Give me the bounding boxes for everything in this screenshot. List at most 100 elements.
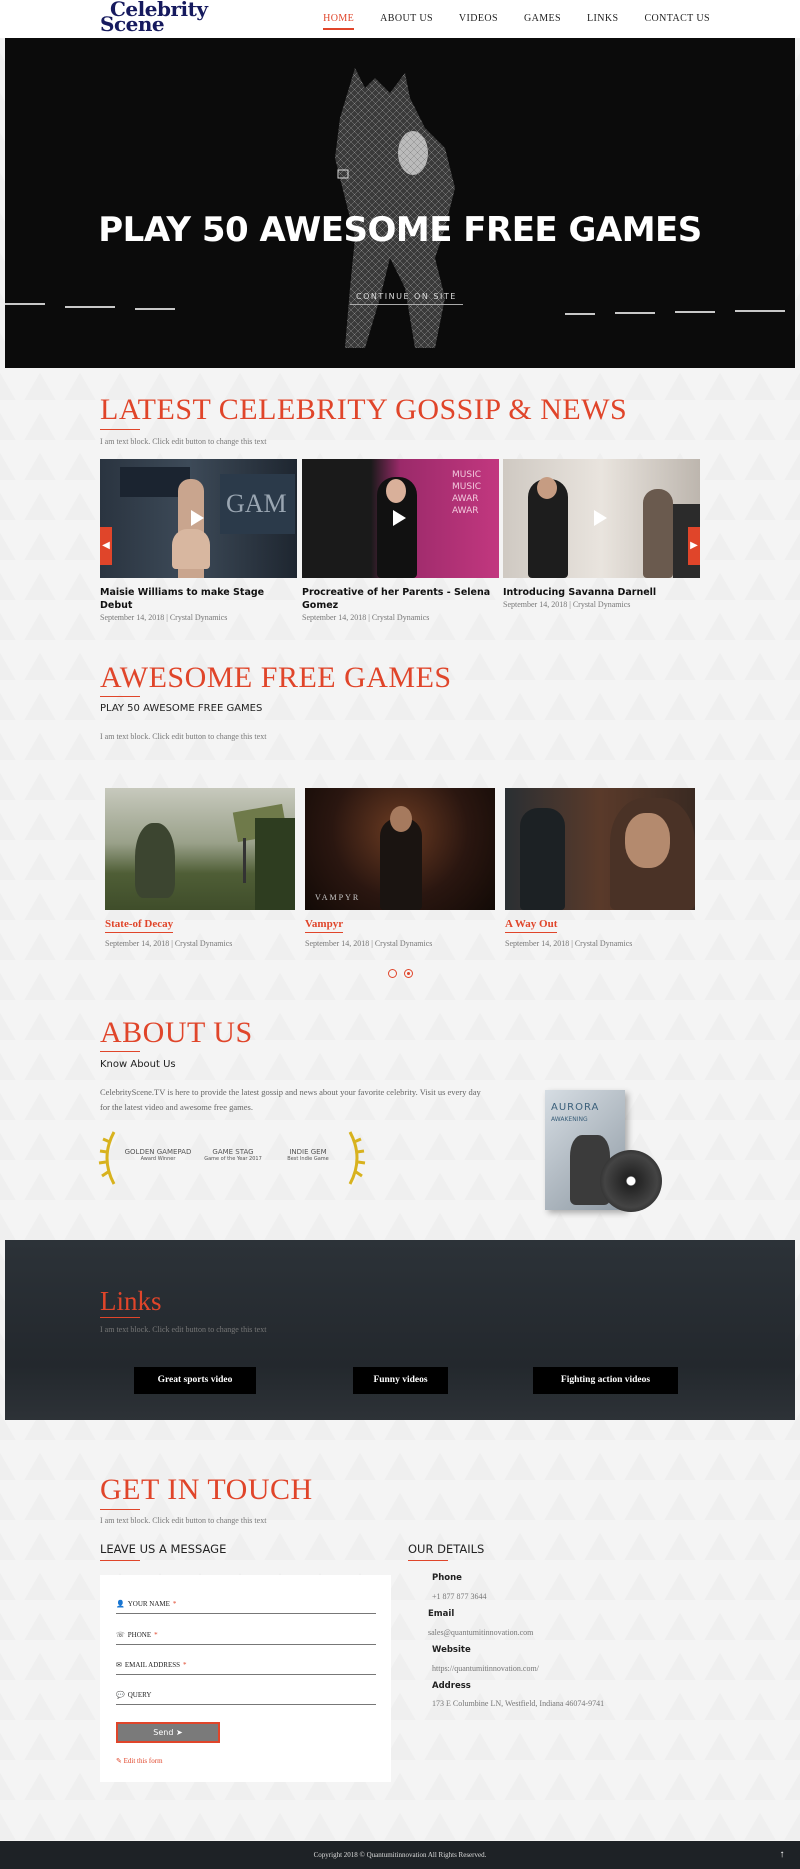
main-nav: HOME ABOUT US VIDEOS GAMES LINKS CONTACT… xyxy=(323,13,710,30)
aurora-disc xyxy=(600,1150,662,1212)
games-subtitle: PLAY 50 AWESOME FREE GAMES xyxy=(100,703,263,714)
arrow-up-icon[interactable]: ↑ xyxy=(774,1847,790,1863)
contact-form: 👤 YOUR NAME * ☏ PHONE * ✉ EMAIL ADDRESS … xyxy=(100,1575,391,1782)
phone-value[interactable]: +1 877 877 3644 xyxy=(432,1592,487,1601)
continue-on-site-button[interactable]: CONTINUE ON SITE xyxy=(350,289,463,305)
name-field[interactable]: 👤 YOUR NAME * xyxy=(116,1598,376,1614)
query-field-label: 💬 QUERY xyxy=(116,1691,151,1699)
laurel-left-icon xyxy=(98,1131,116,1185)
great-sports-video-button[interactable]: Great sports video xyxy=(134,1367,256,1394)
gossip-card[interactable]: MUSIC MUSIC AWAR AWAR Procreative of her Pa… xyxy=(302,459,499,622)
email-value[interactable]: sales@quantumitinnovation.com xyxy=(428,1628,533,1637)
game-card-meta: September 14, 2018 | Crystal Dynamics xyxy=(305,939,433,948)
send-label: Send xyxy=(153,1728,174,1737)
games-carousel-dot-active[interactable] xyxy=(404,969,413,978)
label-text: EMAIL ADDRESS xyxy=(124,1661,181,1669)
label-text: PHONE xyxy=(127,1631,152,1639)
form-heading-underline xyxy=(100,1560,140,1561)
gossip-card-title[interactable]: Procreative of her Parents - Selena Gome… xyxy=(302,586,499,612)
hero-dash-line xyxy=(565,313,595,315)
game-card-title[interactable]: Vampyr xyxy=(305,918,344,933)
comments-icon: 💬 xyxy=(116,1691,125,1699)
game-card[interactable]: A Way Out September 14, 2018 | Crystal D… xyxy=(505,788,695,948)
award-game-stag: GAME STAG Game of the Year 2017 xyxy=(198,1148,268,1162)
carousel-prev-arrow[interactable]: ◀ xyxy=(100,527,112,565)
funny-videos-button[interactable]: Funny videos xyxy=(353,1367,448,1394)
game-card-title[interactable]: State-of Decay xyxy=(105,918,174,933)
award-sub: Game of the Year 2017 xyxy=(204,1156,262,1162)
query-field[interactable]: 💬 QUERY xyxy=(116,1689,376,1705)
award-name: INDIE GEM xyxy=(289,1148,327,1156)
box-subtitle: AWAKENING xyxy=(551,1116,588,1123)
phone-field[interactable]: ☏ PHONE * xyxy=(116,1629,376,1645)
games-title-underline xyxy=(100,696,140,697)
game-card-image[interactable]: VAMPYR xyxy=(305,788,495,910)
play-icon xyxy=(594,510,607,526)
gossip-card-image[interactable] xyxy=(503,459,700,578)
about-title-underline xyxy=(100,1051,140,1052)
hero-dash-line xyxy=(135,308,175,310)
nav-links[interactable]: LINKS xyxy=(587,13,618,30)
games-carousel-dot[interactable] xyxy=(388,969,397,978)
gossip-text: I am text block. Click edit button to ch… xyxy=(100,437,267,446)
game-card-meta: September 14, 2018 | Crystal Dynamics xyxy=(105,939,233,948)
site-logo[interactable]: Celebrity Scene xyxy=(100,0,208,34)
envelope-icon: ✉ xyxy=(116,1661,122,1669)
edit-form-link[interactable]: ✎ Edit this form xyxy=(116,1757,163,1765)
website-value[interactable]: https://quantumitinnovation.com/ xyxy=(432,1664,539,1673)
game-card-image[interactable] xyxy=(105,788,295,910)
gossip-section-title: LATEST CELEBRITY GOSSIP & NEWS xyxy=(100,393,628,426)
vampyr-logo-text: VAMPYR xyxy=(315,893,361,902)
game-card-meta: September 14, 2018 | Crystal Dynamics xyxy=(505,939,633,948)
pencil-icon: ✎ xyxy=(116,1757,122,1765)
nav-videos[interactable]: VIDEOS xyxy=(459,13,498,30)
links-section: Links I am text block. Click edit button… xyxy=(5,1240,795,1420)
nav-games[interactable]: GAMES xyxy=(524,13,561,30)
gossip-card-meta: September 14, 2018 | Crystal Dynamics xyxy=(503,600,631,609)
gossip-title-underline xyxy=(100,429,140,430)
details-heading-underline xyxy=(408,1560,448,1561)
label-text: QUERY xyxy=(127,1691,152,1699)
fighting-action-videos-button[interactable]: Fighting action videos xyxy=(533,1367,678,1394)
email-label: Email xyxy=(428,1609,455,1619)
game-card-image[interactable] xyxy=(505,788,695,910)
gossip-card-meta: September 14, 2018 | Crystal Dynamics xyxy=(100,613,228,622)
email-field[interactable]: ✉ EMAIL ADDRESS * xyxy=(116,1659,376,1675)
box-title: AURORA xyxy=(551,1102,600,1113)
award-sub: Award Winner xyxy=(140,1156,176,1162)
details-heading: OUR DETAILS xyxy=(408,1542,485,1556)
award-name: GOLDEN GAMEPAD xyxy=(124,1148,192,1156)
game-card-title[interactable]: A Way Out xyxy=(505,918,558,933)
gossip-card-title[interactable]: Introducing Savanna Darnell xyxy=(503,586,700,599)
contact-text: I am text block. Click edit button to ch… xyxy=(100,1516,267,1525)
game-card[interactable]: State-of Decay September 14, 2018 | Crys… xyxy=(105,788,295,948)
hero-banner: PLAY 50 AWESOME FREE GAMES CONTINUE ON S… xyxy=(5,38,795,368)
game-card[interactable]: VAMPYR Vampyr September 14, 2018 | Cryst… xyxy=(305,788,495,948)
hero-dash-line xyxy=(5,303,45,305)
about-text: CelebrityScene.TV is here to provide the… xyxy=(100,1087,481,1112)
award-golden-gamepad: GOLDEN GAMEPAD Award Winner xyxy=(123,1148,193,1162)
phone-field-label: ☏ PHONE * xyxy=(116,1631,158,1639)
nav-contact-us[interactable]: CONTACT US xyxy=(644,13,710,30)
play-icon xyxy=(393,510,406,526)
name-field-label: 👤 YOUR NAME * xyxy=(116,1600,176,1608)
gossip-card-title[interactable]: Maisie Williams to make Stage Debut xyxy=(100,586,297,612)
play-icon xyxy=(191,510,204,526)
form-heading: LEAVE US A MESSAGE xyxy=(100,1542,227,1556)
copyright-text: Copyright 2018 © Quantumitinnovation All… xyxy=(313,1851,487,1859)
carousel-next-arrow[interactable]: ▶ xyxy=(688,527,700,565)
games-text: I am text block. Click edit button to ch… xyxy=(100,732,267,741)
gossip-card[interactable]: Introducing Savanna Darnell September 14… xyxy=(503,459,700,609)
gossip-card-image[interactable]: GAM xyxy=(100,459,297,578)
hero-dash-line xyxy=(615,312,655,314)
laurel-right-icon xyxy=(348,1131,366,1185)
gossip-card-image[interactable]: MUSIC MUSIC AWAR AWAR xyxy=(302,459,499,578)
user-icon: 👤 xyxy=(116,1600,125,1608)
award-name: GAME STAG xyxy=(212,1148,254,1156)
site-footer: Copyright 2018 © Quantumitinnovation All… xyxy=(0,1841,800,1869)
nav-home[interactable]: HOME xyxy=(323,13,355,30)
gossip-card[interactable]: GAM Maisie Williams to make Stage Debut … xyxy=(100,459,297,622)
nav-about-us[interactable]: ABOUT US xyxy=(380,13,433,30)
send-button[interactable]: Send ➤ xyxy=(116,1722,220,1743)
award-indie-gem: INDIE GEM Best Indie Game xyxy=(273,1148,343,1162)
